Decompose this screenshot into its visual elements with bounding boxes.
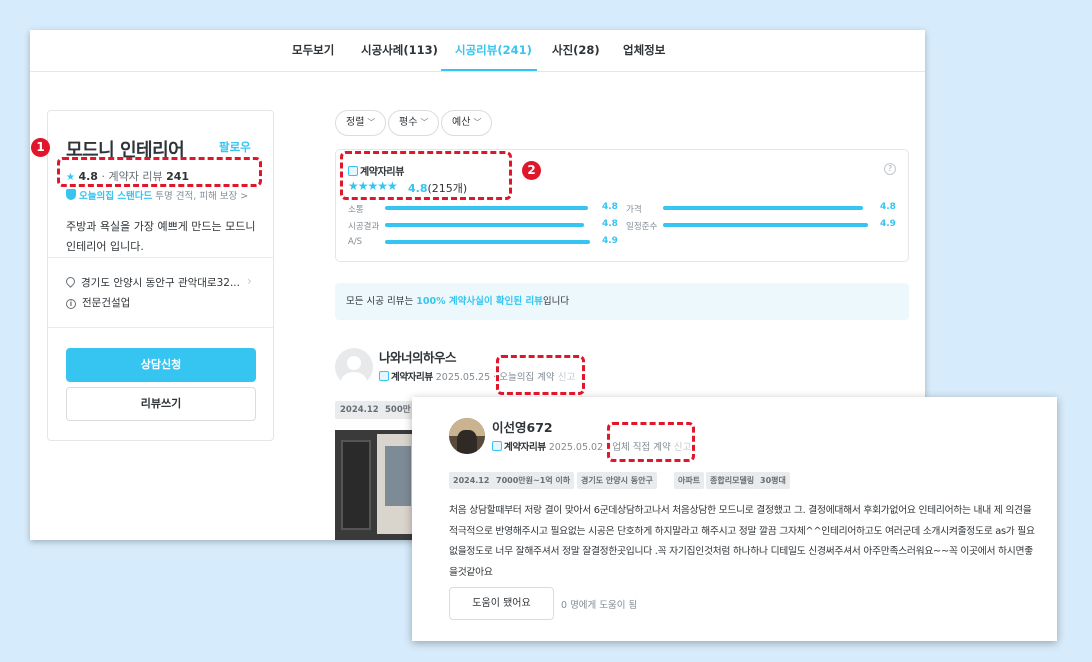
review-tag: 7000만원~1억 이하	[492, 472, 575, 489]
annotation-marker-1: 1	[31, 138, 50, 157]
annotation-box-contract-2	[607, 422, 695, 462]
divider	[48, 327, 273, 328]
address-text: 경기도 안양시 동안구 관악대로32...	[81, 277, 240, 289]
sort-label: 정렬	[346, 117, 365, 128]
verified-tag: 계약자리뷰	[391, 372, 433, 383]
write-review-button[interactable]: 리뷰쓰기	[66, 387, 256, 421]
active-tab-indicator	[441, 69, 537, 71]
notice-suffix: 입니다	[542, 296, 570, 307]
helpful-count: 0 명에게 도움이 됨	[561, 600, 638, 611]
divider	[48, 257, 273, 258]
budget-filter[interactable]: 예산 ﹀	[441, 110, 493, 136]
tab-reviews[interactable]: 시공리뷰(241)	[455, 42, 532, 58]
chevron-right-icon: >	[240, 191, 249, 202]
tab-bar: 모두보기 시공사례(113) 시공리뷰(241) 사진(28) 업체정보	[30, 30, 925, 72]
annotation-box-contract-1	[496, 355, 585, 395]
notice-highlight: 100% 계약사실이 확인된 리뷰	[416, 296, 543, 307]
area-filter[interactable]: 평수 ﹀	[388, 110, 440, 136]
area-label: 평수	[399, 117, 418, 128]
tab-photos[interactable]: 사진(28)	[552, 42, 600, 58]
chevron-right-icon: ›	[247, 274, 252, 288]
criteria-label: 시공결과	[348, 222, 380, 232]
criteria-bar	[385, 206, 588, 210]
info-icon: i	[66, 299, 76, 309]
standard-badge[interactable]: 오늘의집 스탠다드 투명 견적, 피해 보장 >	[66, 188, 248, 202]
notice-prefix: 모든 시공 리뷰는	[346, 296, 417, 307]
review-tag: 아파트	[674, 472, 705, 489]
consult-button[interactable]: 상담신청	[66, 348, 256, 382]
verified-badge-icon	[379, 371, 389, 381]
review-tag: 2024.12	[449, 472, 494, 489]
review-body: 처음 상담할때부터 저랑 결이 맞아서 6군데상담하고나서 처음상담한 모드니로…	[449, 505, 1035, 578]
location-pin-icon	[64, 275, 77, 288]
criteria-bar	[663, 223, 868, 227]
shield-check-icon	[66, 189, 76, 200]
tab-company-info[interactable]: 업체정보	[623, 42, 665, 58]
annotation-marker-2: 2	[522, 161, 541, 180]
criteria-bar	[385, 223, 584, 227]
criteria-label: 소통	[348, 205, 364, 215]
follow-button[interactable]: 팔로우	[219, 139, 251, 155]
reviewer-name[interactable]: 이선영672	[492, 417, 553, 436]
tab-all[interactable]: 모두보기	[292, 42, 334, 58]
review-tag: 500만	[380, 401, 416, 419]
criteria-value: 4.8	[880, 202, 896, 212]
company-description: 주방과 욕실을 가장 예쁘게 만드는 모드니 인테리어 입니다.	[66, 220, 256, 253]
helpful-button[interactable]: 도움이 됐어요	[449, 587, 554, 620]
review-tag: 2024.12	[335, 401, 384, 419]
criteria-label: A/S	[348, 237, 363, 247]
annotation-box-rating	[57, 157, 262, 187]
review-detail-window: 이선영672 계약자리뷰 2025.05.02 · 업체 직접 계약 신고 20…	[412, 397, 1057, 641]
criteria-label: 가격	[626, 205, 642, 215]
review-date: 2025.05.02	[548, 442, 604, 453]
verified-notice: 모든 시공 리뷰는 100% 계약사실이 확인된 리뷰입니다	[335, 283, 909, 320]
annotation-box-verified-reviews	[340, 151, 512, 200]
chevron-down-icon: ﹀	[420, 118, 429, 127]
criteria-value: 4.8	[602, 202, 618, 212]
sort-filter[interactable]: 정렬 ﹀	[335, 110, 387, 136]
avatar[interactable]	[449, 418, 485, 454]
criteria-value: 4.9	[602, 236, 618, 246]
reviewer-name[interactable]: 나와너의하우스	[379, 347, 457, 366]
company-address[interactable]: 경기도 안양시 동안구 관악대로32...	[64, 275, 240, 290]
criteria-bar	[663, 206, 863, 210]
criteria-bar	[385, 240, 590, 244]
review-date: 2025.05.25	[435, 372, 491, 383]
standard-desc: 투명 견적, 피해 보장	[155, 191, 238, 202]
help-icon[interactable]: ?	[884, 163, 896, 175]
standard-label: 오늘의집 스탠다드	[79, 191, 153, 202]
avatar[interactable]	[335, 348, 373, 386]
criteria-value: 4.9	[880, 219, 896, 229]
verified-tag: 계약자리뷰	[504, 442, 546, 453]
review-tag: 종합리모델링	[706, 472, 759, 489]
company-license: i 전문건설업	[66, 295, 130, 310]
chevron-down-icon: ﹀	[367, 118, 376, 127]
chevron-down-icon: ﹀	[473, 118, 482, 127]
verified-badge-icon	[492, 441, 502, 451]
review-tag: 경기도 안양시 동안구	[577, 472, 657, 489]
tab-cases[interactable]: 시공사례(113)	[361, 42, 438, 58]
criteria-label: 일정준수	[626, 222, 658, 232]
review-tag: 30평대	[756, 472, 790, 489]
license-text: 전문건설업	[82, 297, 131, 309]
criteria-value: 4.8	[602, 219, 618, 229]
budget-label: 예산	[452, 117, 471, 128]
